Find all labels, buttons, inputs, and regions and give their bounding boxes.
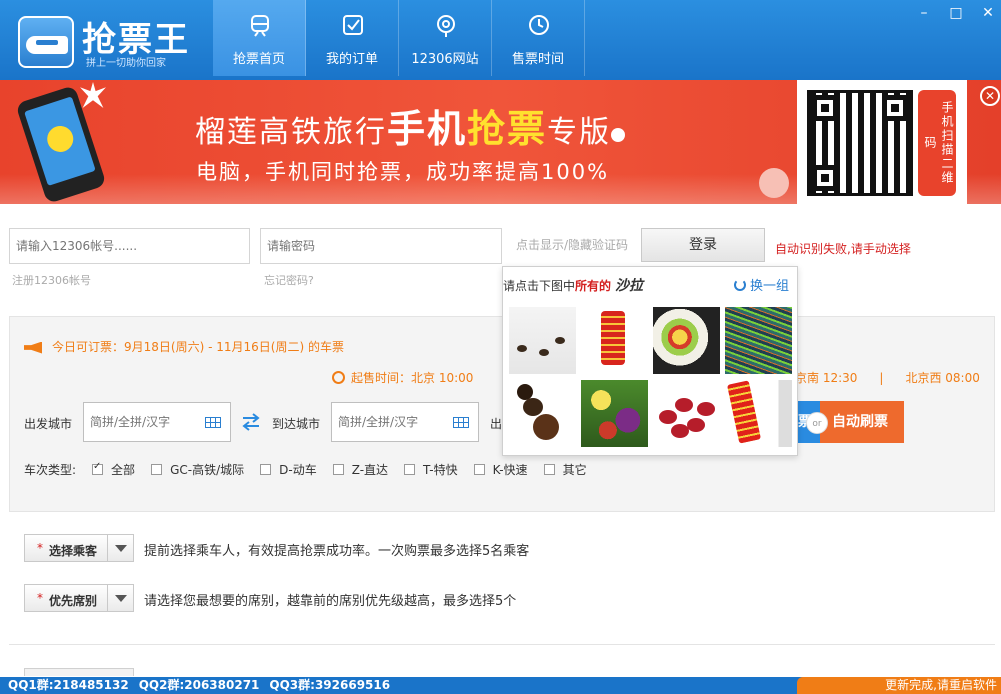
update-notice[interactable]: 更新完成,请重启软件 (797, 677, 1001, 694)
promo-banner[interactable]: 榴莲高铁旅行手机抢票专版 电脑，手机同时抢票，成功率提高100% 手机扫描二维码 (0, 80, 1001, 204)
register-link[interactable]: 注册12306帐号 (12, 272, 91, 288)
tab-12306-site[interactable]: 12306网站 (399, 0, 492, 76)
sale-time-notice: 起售时间：北京 10:00 (332, 369, 473, 386)
password-input[interactable] (261, 229, 501, 263)
captcha-refresh-button[interactable]: 换一组 (733, 275, 789, 294)
tab-sale-time-label: 售票时间 (511, 52, 564, 67)
from-city-input[interactable] (84, 403, 204, 441)
checkbox-icon[interactable] (473, 463, 485, 475)
qq-group-1: QQ1群:218485132 (8, 678, 129, 692)
chevron-down-icon[interactable] (107, 585, 133, 611)
seat-priority-dropdown[interactable]: * 优先席别 (24, 584, 134, 612)
train-icon (251, 15, 269, 37)
horn-icon (24, 341, 42, 354)
app-slogan: 拼上一切助你回家 (86, 58, 166, 69)
app-header: 抢票王 拼上一切助你回家 抢票首页 我的订单 12306网站 售票时间 – □ … (0, 0, 1001, 80)
website-icon (437, 15, 455, 37)
qq-group-3: QQ3群:392669516 (269, 678, 391, 692)
login-button[interactable]: 登录 (641, 228, 765, 262)
checkbox-icon[interactable] (260, 463, 272, 475)
bookable-notice: 今日可订票：9月18日(周六) - 11月16日(周二) 的车票 (24, 338, 344, 355)
tab-my-orders[interactable]: 我的订单 (306, 0, 399, 76)
minimize-button[interactable]: – (917, 6, 931, 20)
train-type-t[interactable]: T-特快 (404, 461, 458, 478)
seat-hint: 请选择您最想要的席别，越靠前的席别优先级越高，最多选择5个 (144, 594, 517, 609)
divider (9, 644, 995, 645)
captcha-image-8[interactable] (725, 380, 792, 447)
to-city-field[interactable] (331, 402, 479, 442)
captcha-image-3[interactable] (653, 307, 720, 374)
to-city-label: 到达城市 (272, 417, 321, 431)
tab-home[interactable]: 抢票首页 (213, 0, 306, 76)
password-field[interactable] (260, 228, 502, 264)
qr-label: 手机扫描二维码 (918, 90, 956, 196)
captcha-image-6[interactable] (581, 380, 648, 447)
train-type-z[interactable]: Z-直达 (332, 461, 388, 478)
captcha-target-word: 沙拉 (615, 278, 644, 294)
captcha-error-message: 自动识别失败,请手动选择 (775, 242, 911, 256)
account-field[interactable] (9, 228, 250, 264)
train-type-all[interactable]: 全部 (92, 461, 135, 478)
from-city-label: 出发城市 (24, 417, 73, 431)
tab-home-label: 抢票首页 (232, 52, 285, 67)
clock-icon (529, 15, 549, 35)
train-type-gc[interactable]: GC-高铁/城际 (151, 461, 244, 478)
tab-my-orders-label: 我的订单 (325, 52, 378, 67)
train-type-k[interactable]: K-快速 (473, 461, 528, 478)
checkbox-checked-icon[interactable] (92, 461, 104, 475)
partial-button[interactable] (24, 668, 134, 676)
train-type-other[interactable]: 其它 (543, 461, 587, 478)
banner-headline: 榴莲高铁旅行手机抢票专版 (195, 98, 626, 153)
banner-subline: 电脑，手机同时抢票，成功率提高100% (196, 160, 610, 184)
maximize-button[interactable]: □ (949, 6, 963, 20)
close-window-button[interactable]: ✕ (981, 6, 995, 20)
city-picker-icon[interactable] (453, 417, 469, 428)
to-city-input[interactable] (332, 403, 452, 441)
qr-panel: 手机扫描二维码 (797, 80, 967, 204)
train-type-filter: 车次类型: 全部 GC-高铁/城际 D-动车 Z-直达 T-特快 K-快速 其它 (24, 461, 603, 477)
station-sale-times: 京南 12:30 | 北京西 08:00 (795, 371, 980, 385)
chevron-down-icon[interactable] (107, 535, 133, 561)
order-check-icon (343, 15, 363, 35)
train-type-label: 车次类型: (24, 462, 77, 477)
captcha-image-4[interactable] (725, 307, 792, 374)
qq-group-2: QQ2群:206380271 (138, 678, 260, 692)
main-nav: 抢票首页 我的订单 12306网站 售票时间 (213, 0, 585, 76)
qr-code-icon (807, 90, 913, 196)
captcha-image-5[interactable] (509, 380, 576, 447)
account-input[interactable] (10, 229, 249, 263)
or-badge: or (806, 412, 828, 434)
alarm-clock-icon (332, 371, 345, 384)
train-logo-icon (18, 16, 74, 68)
swap-cities-icon[interactable] (241, 413, 261, 431)
train-type-d[interactable]: D-动车 (260, 461, 317, 478)
captcha-prompt: 请点击下图中所有的 沙拉 (503, 278, 644, 294)
captcha-popup: 请点击下图中所有的 沙拉 换一组 (502, 266, 798, 456)
date-label: 出 (490, 417, 503, 431)
window-controls: – □ ✕ (917, 6, 995, 20)
refresh-icon (733, 279, 746, 291)
captcha-toggle-link[interactable]: 点击显示/隐藏验证码 (516, 236, 628, 253)
city-picker-icon[interactable] (205, 417, 221, 428)
passenger-hint: 提前选择乘车人，有效提高抢票成功率。一次购票最多选择5名乘客 (144, 544, 530, 559)
captcha-image-2[interactable] (581, 307, 648, 374)
checkbox-icon[interactable] (151, 463, 163, 475)
tab-12306-site-label: 12306网站 (411, 52, 479, 67)
checkbox-icon[interactable] (543, 463, 555, 475)
select-passenger-dropdown[interactable]: * 选择乘客 (24, 534, 134, 562)
spark-icon (80, 82, 106, 108)
from-city-field[interactable] (83, 402, 231, 442)
auto-refresh-button[interactable]: 自动刷票 (820, 401, 904, 443)
banner-close-button[interactable]: ✕ (980, 86, 1000, 106)
app-logo: 抢票王 拼上一切助你回家 (18, 12, 193, 70)
captcha-image-7[interactable] (653, 380, 720, 447)
decor-ball (759, 168, 789, 198)
captcha-image-1[interactable] (509, 307, 576, 374)
qq-groups: QQ1群:218485132 QQ2群:206380271 QQ3群:3926695… (8, 677, 400, 694)
tab-sale-time[interactable]: 售票时间 (492, 0, 585, 76)
checkbox-icon[interactable] (404, 463, 416, 475)
forgot-password-link[interactable]: 忘记密码? (264, 272, 314, 288)
checkbox-icon[interactable] (332, 463, 344, 475)
